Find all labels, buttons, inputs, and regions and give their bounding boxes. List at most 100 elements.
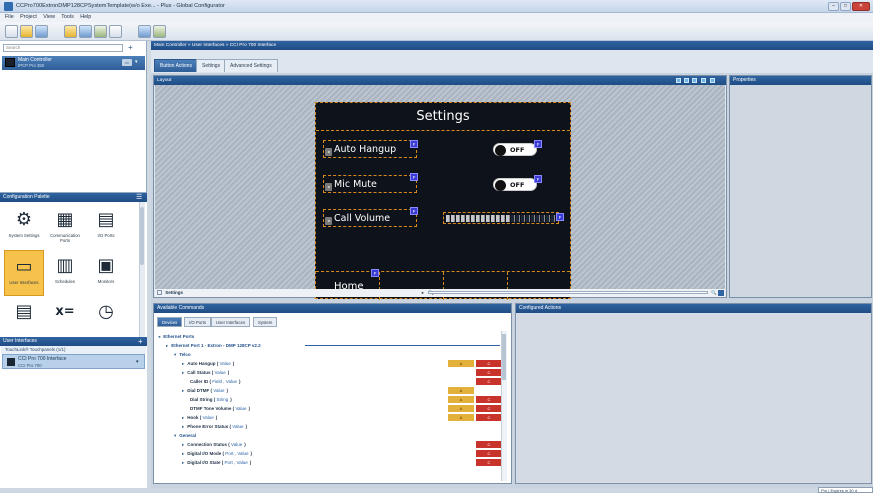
- commands-scroll-thumb[interactable]: [502, 334, 506, 380]
- open-button[interactable]: [20, 25, 33, 38]
- action-badge[interactable]: A: [448, 387, 474, 394]
- expand-arrow-icon[interactable]: ▾: [174, 433, 176, 438]
- condition-badge[interactable]: C: [476, 378, 502, 385]
- expand-arrow-icon[interactable]: ▸: [182, 361, 184, 366]
- chevron-down-icon[interactable]: ▾: [135, 59, 138, 65]
- command-row[interactable]: ▸ Ethernet Port 1 - Extron - DMP 128CP v2…: [155, 341, 501, 350]
- expand-arrow-icon[interactable]: ▸: [182, 415, 184, 420]
- connect-button[interactable]: [94, 25, 107, 38]
- menu-tools[interactable]: Tools: [61, 13, 74, 22]
- command-row[interactable]: ▸ Digital I/O Mode ( Port , Value) C: [155, 449, 502, 458]
- page-select[interactable]: Settings: [165, 290, 183, 295]
- expand-arrow-icon[interactable]: ▸: [182, 370, 184, 375]
- tab-devices[interactable]: Devices: [157, 317, 183, 327]
- palette-item-i-o-ports[interactable]: ▤ I/O Ports: [86, 204, 126, 250]
- menu-view[interactable]: View: [43, 13, 55, 22]
- condition-badge[interactable]: C: [476, 360, 502, 367]
- call-volume-label[interactable]: ◂ Call Volume: [323, 209, 417, 227]
- command-row[interactable]: ◂ Ethernet Ports: [155, 332, 501, 341]
- command-row[interactable]: Caller ID ( Field , Value) C: [155, 377, 502, 386]
- zoom-view-icon[interactable]: [701, 78, 706, 83]
- condition-badge[interactable]: C: [476, 405, 502, 412]
- save-button[interactable]: [35, 25, 48, 38]
- condition-badge[interactable]: C: [476, 414, 502, 421]
- add-controller-button[interactable]: +: [128, 44, 133, 52]
- search-input[interactable]: Search: [3, 44, 123, 52]
- palette-item-timer[interactable]: ◷: [86, 296, 126, 342]
- command-row[interactable]: ▾ Telco: [155, 350, 501, 359]
- fit-view-icon[interactable]: [692, 78, 697, 83]
- tools-button[interactable]: [109, 25, 122, 38]
- new-button[interactable]: [5, 25, 18, 38]
- command-row[interactable]: ▸ Dial DTMF ( Value) A: [155, 386, 501, 395]
- condition-badge[interactable]: C: [476, 369, 502, 376]
- zoom-fit-button[interactable]: [718, 290, 724, 296]
- function-badge[interactable]: F: [410, 140, 418, 148]
- command-row[interactable]: ▸ Auto Hangup ( Value) A C: [155, 359, 502, 368]
- add-ui-button[interactable]: +: [138, 337, 143, 346]
- command-row[interactable]: DTMF Tone Volume ( Value) A C: [155, 404, 502, 413]
- zoom-in-icon[interactable]: 🔍: [711, 289, 717, 297]
- tab-settings[interactable]: Settings: [196, 59, 227, 72]
- condition-badge[interactable]: C: [476, 441, 502, 448]
- condition-badge[interactable]: C: [476, 450, 502, 457]
- expand-arrow-icon[interactable]: ◂: [158, 334, 160, 339]
- menu-help[interactable]: Help: [80, 13, 91, 22]
- zoom-slider[interactable]: [428, 291, 708, 294]
- tab-user-interfaces[interactable]: User Interfaces: [211, 317, 251, 327]
- action-badge[interactable]: A: [448, 414, 474, 421]
- preview-icon[interactable]: [710, 78, 715, 83]
- call-volume-slider[interactable]: [443, 212, 559, 224]
- command-row[interactable]: ▸ Call Status ( Value) C: [155, 368, 502, 377]
- configured-actions-area[interactable]: [517, 314, 871, 482]
- expand-arrow-icon[interactable]: ▸: [182, 388, 184, 393]
- action-badge[interactable]: A: [448, 396, 474, 403]
- grid-view-icon[interactable]: [676, 78, 681, 83]
- touchpanels-group[interactable]: TouchLink® Touchpanels (1/1): [1, 346, 146, 354]
- close-button[interactable]: ✕: [852, 2, 870, 11]
- list-view-icon[interactable]: [684, 78, 689, 83]
- upload-button[interactable]: [79, 25, 92, 38]
- menu-project[interactable]: Project: [20, 13, 37, 22]
- command-row[interactable]: ▸ Phone Error Status ( Value): [155, 422, 501, 431]
- palette-item-system-settings[interactable]: ⚙ System Settings: [4, 204, 44, 250]
- function-badge[interactable]: F: [410, 173, 418, 181]
- menu-icon[interactable]: ☰: [136, 193, 142, 202]
- command-row[interactable]: ▸ Digital I/O State ( Port , Value) C: [155, 458, 502, 467]
- tab-system[interactable]: System: [253, 317, 278, 327]
- controller-item[interactable]: Main Controller IPCP Pro 350 ▭ ▾: [2, 56, 145, 70]
- command-row[interactable]: ▸ Hook ( Value) A C: [155, 413, 502, 422]
- command-row[interactable]: Dial String ( String) A C: [155, 395, 502, 404]
- function-badge[interactable]: F: [534, 175, 542, 183]
- command-row[interactable]: ▸ Connection Status ( Value) C: [155, 440, 502, 449]
- minimize-button[interactable]: ‒: [828, 2, 839, 11]
- auto-hangup-label[interactable]: ◂ Auto Hangup: [323, 140, 417, 158]
- maximize-button[interactable]: □: [840, 2, 851, 11]
- auto-hangup-toggle[interactable]: OFF: [493, 143, 537, 156]
- tab-advanced-settings[interactable]: Advanced Settings: [224, 59, 278, 72]
- expand-arrow-icon[interactable]: ▸: [182, 442, 184, 447]
- palette-item-variables[interactable]: x=: [45, 296, 85, 342]
- palette-item-schedules[interactable]: ▥ Schedules: [45, 250, 85, 296]
- function-badge[interactable]: F: [534, 140, 542, 148]
- ui-item-cci-pro-700[interactable]: CCI Pro 700 Interface CCI Pro 700 ▾: [2, 354, 145, 369]
- emulate-button[interactable]: [138, 25, 151, 38]
- function-badge[interactable]: F: [556, 213, 564, 221]
- menu-file[interactable]: File: [5, 13, 14, 22]
- command-row[interactable]: ▾ General: [155, 431, 501, 440]
- tab-io-ports[interactable]: I/O Ports: [184, 317, 211, 327]
- condition-badge[interactable]: C: [476, 459, 502, 466]
- palette-item-user-interfaces[interactable]: ▭ User Interfaces: [4, 250, 44, 296]
- condition-badge[interactable]: C: [476, 396, 502, 403]
- page-checkbox[interactable]: [157, 290, 162, 296]
- function-badge[interactable]: F: [371, 269, 379, 277]
- chevron-down-icon[interactable]: ▾: [136, 359, 139, 365]
- expand-arrow-icon[interactable]: ▸: [182, 460, 184, 465]
- palette-item-document[interactable]: ▤: [4, 296, 44, 342]
- expand-arrow-icon[interactable]: ▸: [182, 424, 184, 429]
- palette-scroll-thumb[interactable]: [140, 207, 144, 265]
- function-badge[interactable]: F: [410, 207, 418, 215]
- build-button[interactable]: [64, 25, 77, 38]
- expand-arrow-icon[interactable]: ▸: [166, 343, 168, 348]
- palette-item-communication-ports[interactable]: ▦ Communication Ports: [45, 204, 85, 250]
